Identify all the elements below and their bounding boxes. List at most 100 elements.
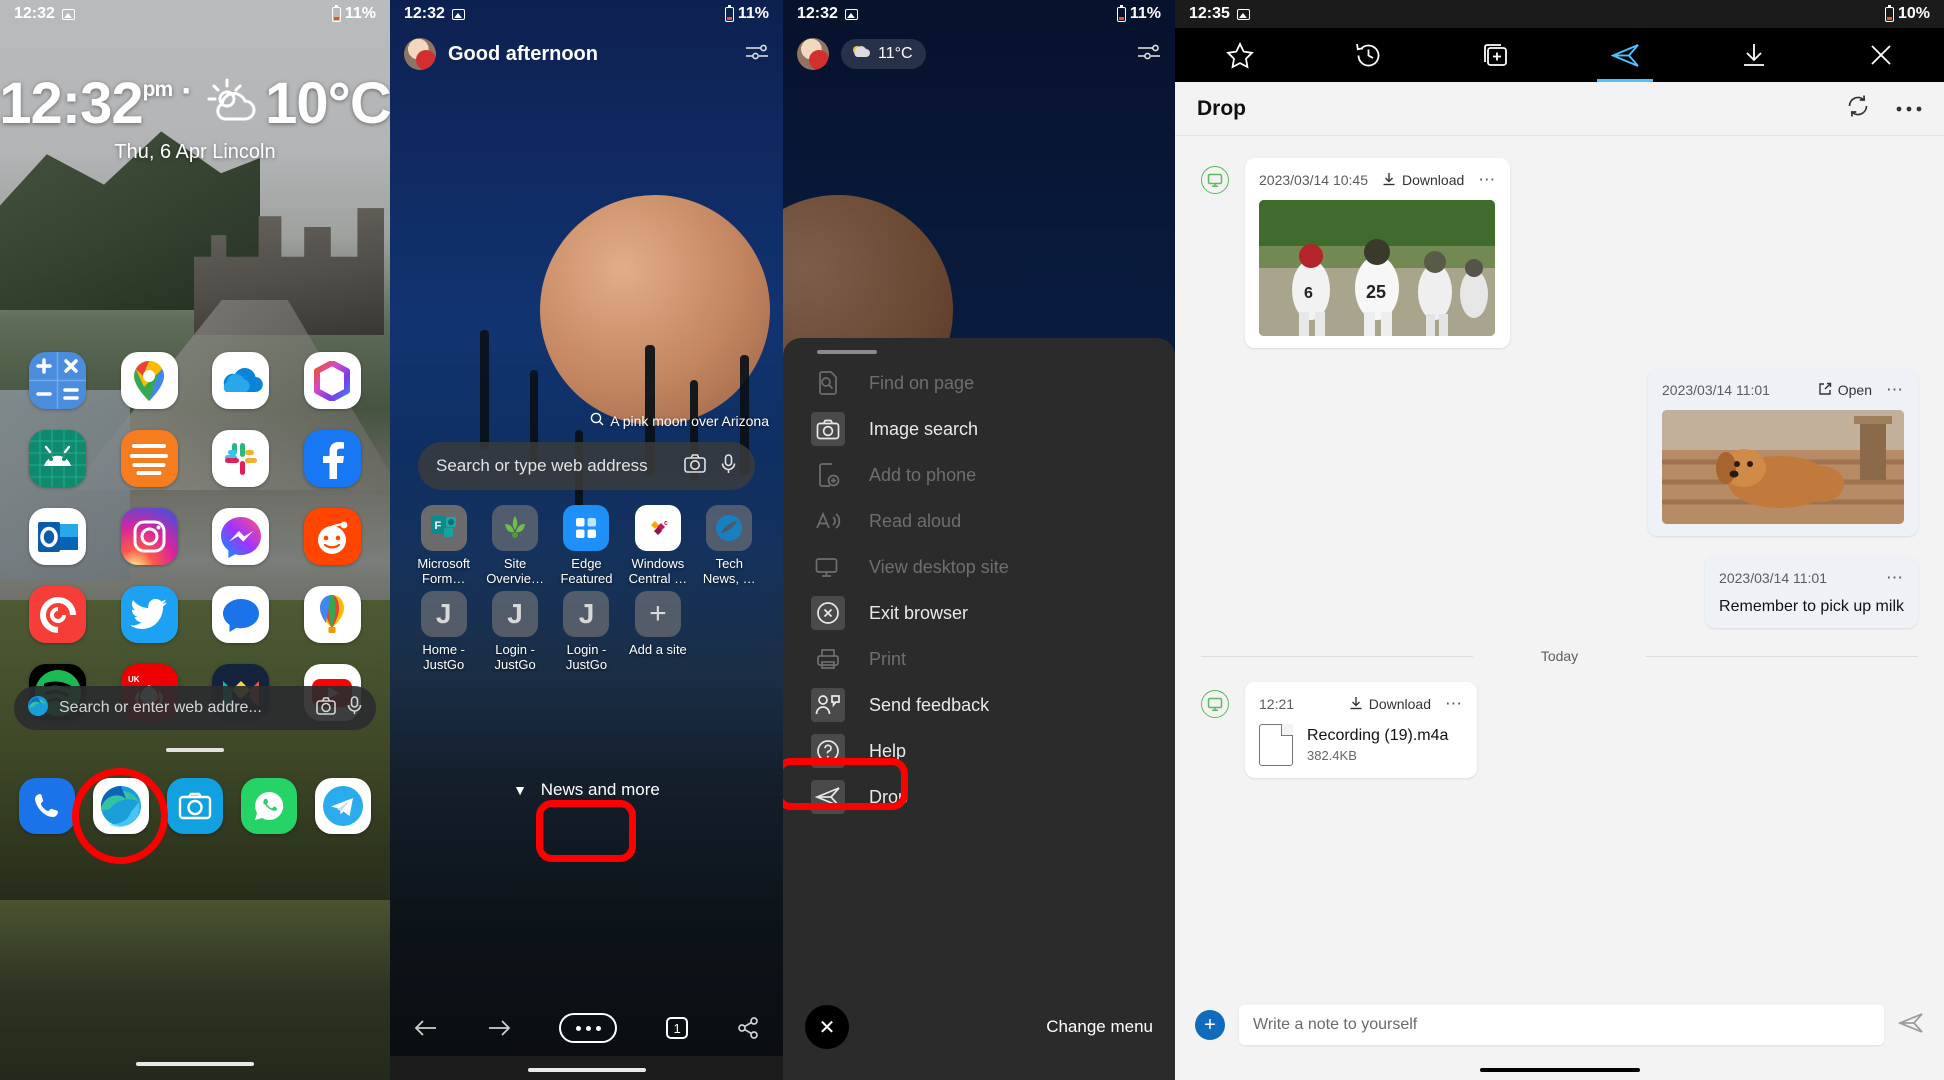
download-action[interactable]: Download bbox=[1382, 172, 1464, 189]
dock-icon-phone[interactable] bbox=[19, 778, 75, 834]
app-drawer-handle[interactable] bbox=[166, 748, 224, 752]
more-horizontal-icon[interactable]: ⋯ bbox=[1886, 568, 1904, 588]
camera-icon[interactable] bbox=[316, 696, 336, 720]
news-and-more-section[interactable]: ▼ News and more bbox=[390, 780, 783, 800]
menu-item-help[interactable]: Help bbox=[783, 728, 1175, 774]
moon-image bbox=[540, 195, 770, 425]
app-icon-twitter[interactable] bbox=[120, 586, 178, 643]
download-action[interactable]: Download bbox=[1349, 696, 1431, 713]
forward-arrow-icon[interactable] bbox=[487, 1018, 511, 1038]
dock-icon-whatsapp[interactable] bbox=[241, 778, 297, 834]
menu-item-print[interactable]: Print bbox=[783, 636, 1175, 682]
app-icon-pocket-casts[interactable] bbox=[29, 586, 87, 643]
menu-item-image-search[interactable]: Image search bbox=[783, 406, 1175, 452]
menu-item-find-on-page[interactable]: Find on page bbox=[783, 360, 1175, 406]
drop-tab[interactable] bbox=[1610, 28, 1640, 82]
menu-item-label: Drop bbox=[869, 786, 909, 807]
weather-pill[interactable]: 11°C bbox=[841, 39, 926, 69]
app-icon-google-earth[interactable] bbox=[303, 586, 361, 643]
microphone-icon[interactable] bbox=[346, 696, 363, 720]
microphone-icon[interactable] bbox=[720, 453, 737, 479]
tile-windows-central[interactable]: c Windows Central … bbox=[622, 505, 693, 587]
app-icon-google-maps[interactable] bbox=[120, 352, 178, 409]
note-input[interactable]: Write a note to yourself bbox=[1239, 1005, 1884, 1045]
camera-icon[interactable] bbox=[684, 454, 706, 478]
ellipsis-menu-button[interactable] bbox=[559, 1013, 618, 1043]
sheet-grabber[interactable] bbox=[817, 350, 877, 354]
menu-item-drop[interactable]: Drop bbox=[783, 774, 1175, 820]
sliders-icon[interactable] bbox=[1137, 43, 1161, 66]
system-nav-handle[interactable] bbox=[1479, 1068, 1640, 1072]
tile-site-overview[interactable]: Site Overvie… bbox=[479, 505, 550, 587]
tile-edge-featured[interactable]: Edge Featured bbox=[551, 505, 622, 587]
menu-item-exit-browser[interactable]: Exit browser bbox=[783, 590, 1175, 636]
menu-item-send-feedback[interactable]: Send feedback bbox=[783, 682, 1175, 728]
sync-icon[interactable] bbox=[1846, 94, 1870, 123]
home-dock bbox=[0, 778, 390, 834]
system-nav-handle[interactable] bbox=[136, 1062, 254, 1066]
clock-weather-widget[interactable]: 12:32 pm · 10°C Thu, 6 Apr Lincoln bbox=[0, 75, 390, 164]
tile-add-a-site[interactable]: + Add a site bbox=[622, 590, 693, 673]
app-icon-outlook[interactable] bbox=[29, 508, 87, 565]
tile-login-justgo-2[interactable]: J Login - JustGo bbox=[551, 590, 622, 673]
more-horizontal-icon[interactable]: ⋯ bbox=[1478, 170, 1496, 190]
menu-item-label: Image search bbox=[869, 418, 979, 439]
more-horizontal-icon[interactable]: ⋯ bbox=[1445, 694, 1463, 714]
app-icon-slack[interactable] bbox=[212, 430, 270, 487]
dock-icon-edge[interactable] bbox=[93, 778, 149, 834]
open-action[interactable]: Open bbox=[1818, 382, 1872, 399]
avatar[interactable] bbox=[404, 38, 436, 70]
app-icon-calculator[interactable] bbox=[29, 352, 87, 409]
message-bubble[interactable]: 2023/03/14 10:45 Download ⋯ 6 25 bbox=[1245, 158, 1511, 348]
plus-icon[interactable]: + bbox=[1195, 1010, 1225, 1040]
change-menu-button[interactable]: Change menu bbox=[1046, 1017, 1153, 1037]
newtab-search-bar[interactable]: Search or type web address bbox=[418, 442, 755, 490]
history-tab[interactable] bbox=[1355, 28, 1382, 82]
football-photo[interactable]: 6 25 bbox=[1259, 200, 1495, 336]
file-card[interactable]: Recording (19).m4a 382.4KB bbox=[1259, 724, 1463, 766]
back-arrow-icon[interactable] bbox=[414, 1018, 438, 1038]
app-icon-orange-stack[interactable] bbox=[120, 430, 178, 487]
collections-tab[interactable] bbox=[1483, 28, 1510, 82]
drop-message: 12:21 Download ⋯ Recording (19).m4a 382.… bbox=[1201, 682, 1918, 778]
app-icon-facebook[interactable] bbox=[303, 430, 361, 487]
menu-item-view-desktop-site[interactable]: View desktop site bbox=[783, 544, 1175, 590]
app-icon-android[interactable] bbox=[29, 430, 87, 487]
tile-login-justgo-1[interactable]: J Login - JustGo bbox=[479, 590, 550, 673]
app-icon-messenger[interactable] bbox=[212, 508, 270, 565]
tile-microsoft-forms[interactable]: F Microsoft Form… bbox=[408, 505, 479, 587]
message-timestamp: 2023/03/14 11:01 bbox=[1662, 382, 1770, 398]
avatar[interactable] bbox=[797, 38, 829, 70]
downloads-tab[interactable] bbox=[1741, 28, 1767, 82]
app-icon-onedrive[interactable] bbox=[212, 352, 270, 409]
menu-item-add-to-phone[interactable]: Add to phone bbox=[783, 452, 1175, 498]
message-bubble[interactable]: 12:21 Download ⋯ Recording (19).m4a 382.… bbox=[1245, 682, 1477, 778]
tile-home-justgo[interactable]: J Home - JustGo bbox=[408, 590, 479, 673]
plus-icon: + bbox=[634, 590, 681, 637]
more-horizontal-icon[interactable] bbox=[1896, 100, 1922, 118]
app-icon-reddit[interactable] bbox=[303, 508, 361, 565]
share-icon[interactable] bbox=[737, 1017, 759, 1039]
favorites-tab[interactable] bbox=[1225, 28, 1254, 82]
system-nav-handle[interactable] bbox=[527, 1068, 646, 1072]
sliders-icon[interactable] bbox=[745, 43, 769, 66]
tab-count-button[interactable]: 1 bbox=[666, 1017, 689, 1039]
status-battery: 11% bbox=[1129, 5, 1161, 22]
home-search-bar[interactable]: Search or enter web addre... bbox=[14, 686, 376, 730]
app-icon-microsoft365[interactable] bbox=[303, 352, 361, 409]
close-icon[interactable] bbox=[1868, 28, 1894, 82]
menu-item-read-aloud[interactable]: Read aloud bbox=[783, 498, 1175, 544]
wallpaper-caption[interactable]: A pink moon over Arizona bbox=[590, 412, 769, 429]
dock-icon-telegram[interactable] bbox=[315, 778, 371, 834]
app-icon-instagram[interactable] bbox=[120, 508, 178, 565]
tile-tech-news[interactable]: Tech News, … bbox=[694, 505, 765, 587]
send-icon[interactable] bbox=[1897, 1012, 1924, 1039]
close-menu-button[interactable]: ✕ bbox=[805, 1005, 849, 1049]
more-horizontal-icon[interactable]: ⋯ bbox=[1886, 380, 1904, 400]
tile-label: Home - JustGo bbox=[422, 641, 465, 672]
message-bubble[interactable]: 2023/03/14 11:01 Open ⋯ bbox=[1648, 368, 1918, 536]
dock-icon-camera[interactable] bbox=[167, 778, 223, 834]
message-bubble[interactable]: 2023/03/14 11:01 ⋯ Remember to pick up m… bbox=[1705, 556, 1918, 628]
app-icon-messages[interactable] bbox=[212, 586, 270, 643]
dog-photo[interactable] bbox=[1662, 410, 1904, 524]
